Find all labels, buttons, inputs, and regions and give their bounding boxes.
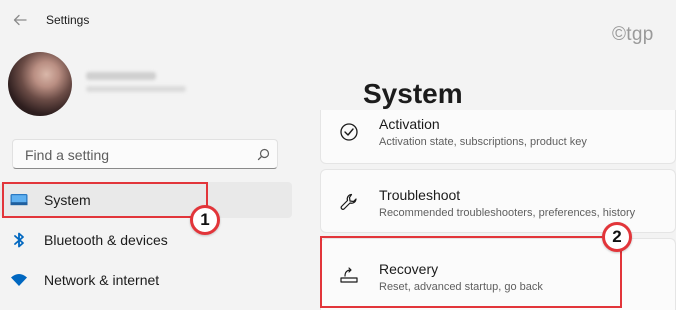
avatar[interactable] (8, 52, 72, 116)
page-title: System (363, 78, 463, 109)
card-description: Recommended troubleshooters, preferences… (379, 207, 636, 219)
watermark: ©tgp (612, 24, 654, 45)
highlight-box-recovery (320, 236, 622, 308)
search-box[interactable] (12, 139, 278, 169)
activation-card[interactable]: Activation Activation state, subscriptio… (320, 110, 676, 164)
sidebar-item-network[interactable]: Network & internet (0, 262, 292, 298)
user-name-blurred (86, 72, 156, 80)
card-title: Activation (379, 116, 440, 132)
wrench-icon (340, 193, 357, 210)
card-title: Troubleshoot (379, 187, 461, 203)
sidebar-item-bluetooth[interactable]: Bluetooth & devices (0, 222, 292, 258)
step-badge-2: 2 (602, 222, 632, 252)
check-circle-icon (340, 123, 358, 141)
user-email-blurred (86, 86, 186, 92)
window-title: Settings (46, 13, 90, 27)
card-description: Activation state, subscriptions, product… (379, 136, 587, 148)
back-arrow-icon[interactable] (12, 12, 28, 28)
highlight-box-system (2, 182, 208, 218)
bluetooth-icon (14, 232, 24, 248)
sidebar-item-label: Bluetooth & devices (44, 232, 168, 248)
sidebar-item-label: Network & internet (44, 272, 160, 288)
search-input[interactable] (23, 145, 247, 165)
search-icon[interactable] (257, 148, 270, 161)
wifi-icon (11, 274, 27, 286)
